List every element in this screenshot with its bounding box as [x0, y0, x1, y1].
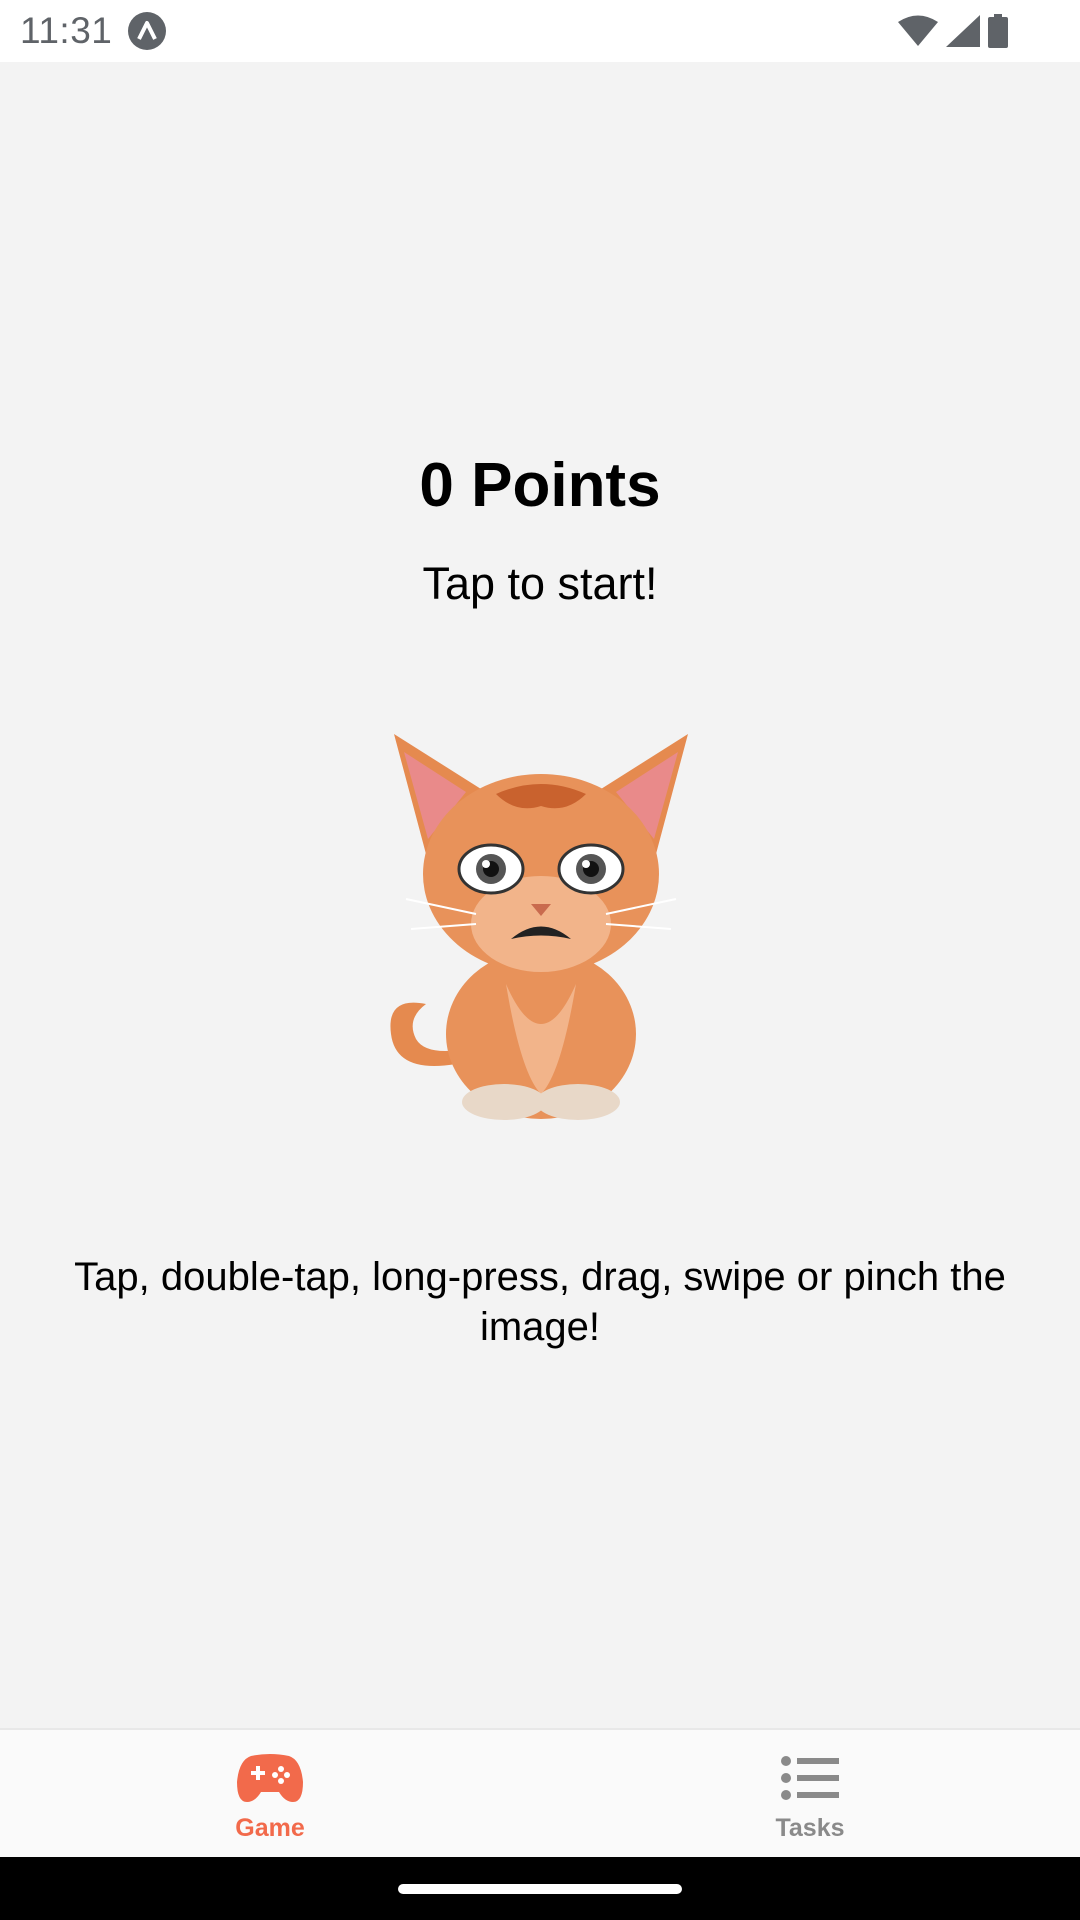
start-prompt: Tap to start!: [422, 558, 658, 609]
expo-logo-icon: [128, 12, 166, 50]
gesture-instructions: Tap, double-tap, long-press, drag, swipe…: [74, 1255, 1006, 1349]
home-gesture-handle[interactable]: [398, 1884, 682, 1894]
tab-game[interactable]: Game: [0, 1730, 540, 1859]
list-icon: [781, 1756, 839, 1800]
cat-image[interactable]: [386, 734, 696, 1122]
battery-icon: [988, 14, 1008, 48]
wifi-icon: [898, 15, 938, 46]
gamepad-icon: [237, 1754, 303, 1802]
bottom-tab-bar: Game Tasks: [0, 1728, 1080, 1859]
tab-game-label: Game: [235, 1814, 305, 1842]
points-title: 0 Points: [419, 451, 661, 520]
status-time: 11:31: [20, 10, 113, 51]
game-screen: 0 Points Tap to start! Tap, double-tap, …: [0, 62, 1080, 1728]
status-icons: [898, 13, 1008, 49]
app-screen: 11:31 0 Points Tap to start! Tap, double…: [0, 0, 1080, 1920]
tab-tasks-label: Tasks: [775, 1814, 845, 1842]
cellular-signal-icon: [946, 15, 980, 47]
system-nav-bar: [0, 1857, 1080, 1920]
tab-tasks[interactable]: Tasks: [540, 1730, 1080, 1859]
status-bar: 11:31: [0, 0, 1080, 62]
